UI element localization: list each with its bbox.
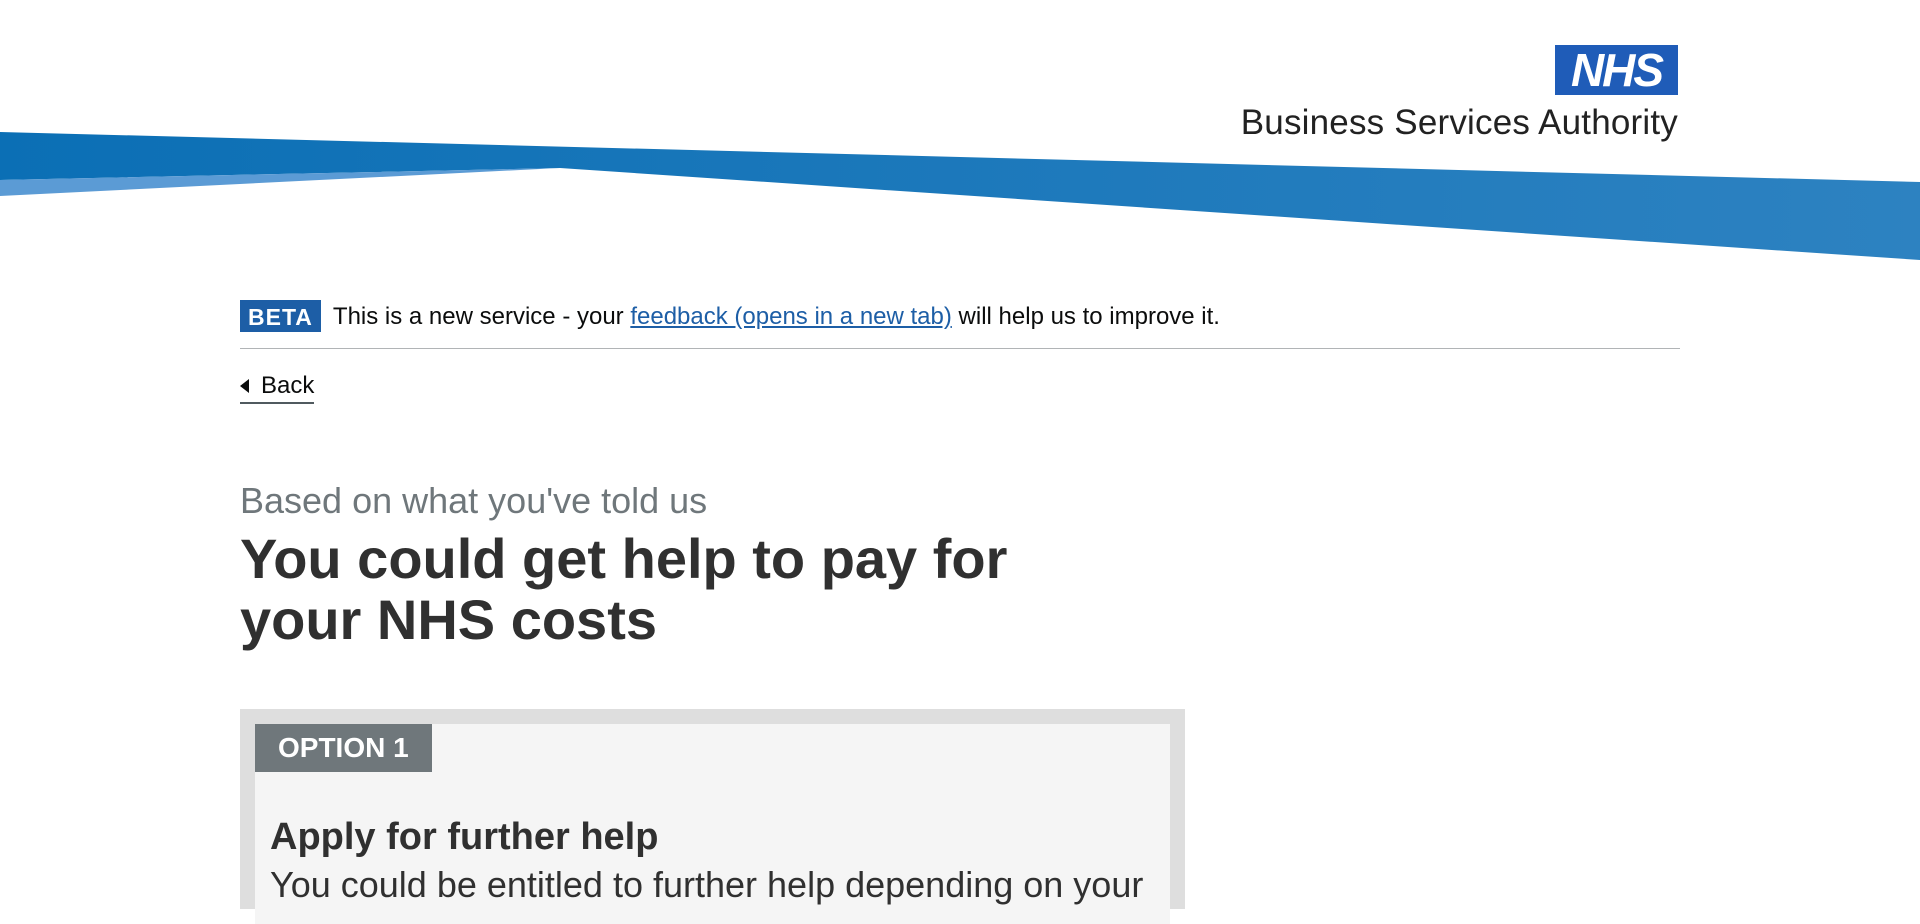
page-title: You could get help to pay for your NHS c…	[240, 527, 1008, 651]
org-name: Business Services Authority	[1240, 103, 1678, 142]
beta-tag: BETA	[240, 300, 321, 332]
phase-banner-text: This is a new service - your feedback (o…	[333, 300, 1220, 334]
option-tag: OPTION 1	[255, 724, 432, 772]
phase-banner: BETA This is a new service - your feedba…	[240, 300, 1680, 349]
option-panel-inner: OPTION 1 Apply for further help You coul…	[255, 724, 1170, 924]
nhsbsa-logo[interactable]: NHS Business Services Authority	[1198, 45, 1678, 145]
back-link[interactable]: Back	[240, 372, 315, 404]
page-caption: Based on what you've told us	[240, 480, 708, 521]
phase-banner-text-before: This is a new service - your	[332, 303, 631, 330]
back-link-label: Back	[261, 372, 315, 399]
option-panel: OPTION 1 Apply for further help You coul…	[240, 709, 1185, 924]
option-heading: Apply for further help	[270, 816, 659, 858]
option-body: You could be entitled to further help de…	[270, 864, 1144, 905]
phase-banner-text-after: will help us to improve it.	[951, 303, 1220, 330]
caret-left-icon	[240, 379, 249, 393]
feedback-link[interactable]: feedback (opens in a new tab)	[630, 303, 952, 330]
nhs-logo-mark: NHS	[1555, 45, 1678, 95]
